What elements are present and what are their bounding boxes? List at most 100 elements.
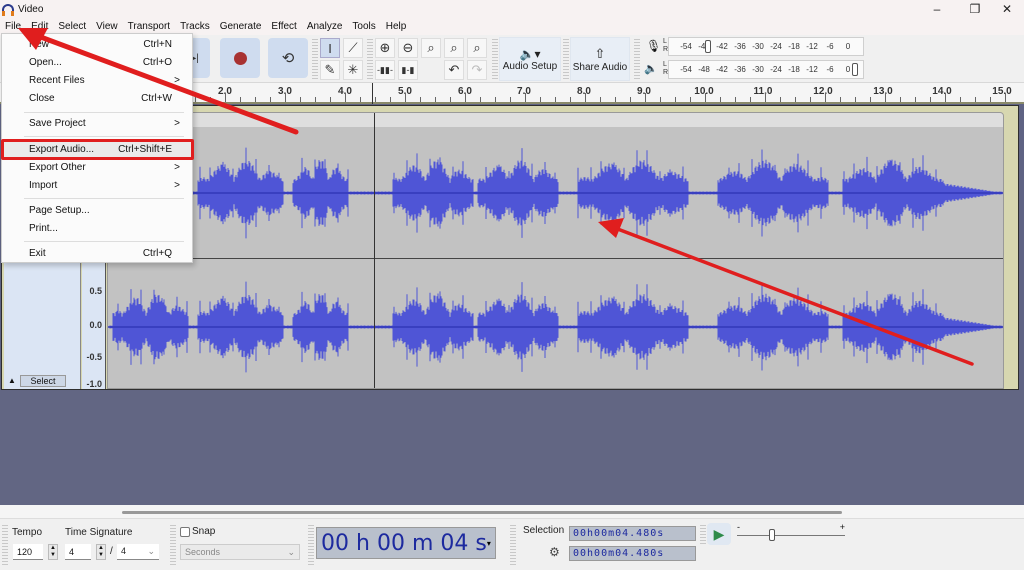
meter-tick: -54: [680, 65, 692, 74]
playback-meter[interactable]: -54 -48 -42 -36 -30 -24 -18 -12 -6 0: [668, 60, 864, 79]
menu-file[interactable]: File: [0, 21, 26, 32]
collapse-track-icon[interactable]: ▲: [6, 375, 18, 387]
toolbar-grip[interactable]: [170, 523, 176, 567]
menu-item-new[interactable]: New Ctrl+N: [2, 36, 192, 54]
ruler-tick: [255, 97, 256, 102]
toolbar-grip[interactable]: [510, 523, 516, 567]
close-button[interactable]: ✕: [990, 0, 1024, 18]
track-select-button[interactable]: Select: [20, 375, 66, 387]
fit-selection-button[interactable]: ⌕: [421, 38, 441, 58]
meter-tick: -24: [770, 42, 782, 51]
minimize-button[interactable]: –: [920, 0, 954, 18]
menu-item-close[interactable]: Close Ctrl+W: [2, 90, 192, 108]
menu-tools[interactable]: Tools: [347, 21, 380, 32]
snap-checkbox[interactable]: [180, 527, 190, 537]
menu-select[interactable]: Select: [53, 21, 91, 32]
meter-tick: -12: [806, 65, 818, 74]
audio-setup-button[interactable]: 🔈▾ Audio Setup: [499, 37, 561, 81]
audio-clip[interactable]: [107, 112, 1004, 389]
scrollbar-thumb[interactable]: [122, 511, 842, 514]
selection-start-time[interactable]: 00h00m04.480s: [569, 526, 696, 541]
tempo-spinner[interactable]: ▲ ▼: [48, 544, 58, 560]
ruler-tick: [300, 97, 301, 102]
toolbar-grip[interactable]: [492, 37, 498, 81]
menu-analyze[interactable]: Analyze: [302, 21, 348, 32]
record-meter[interactable]: -54 -48 -42 -36 -30 -24 -18 -12 -6 0: [668, 37, 864, 56]
draw-tool[interactable]: ✎: [320, 60, 340, 80]
toolbar-grip[interactable]: [563, 37, 569, 81]
tempo-input[interactable]: 120: [13, 544, 43, 560]
menu-view[interactable]: View: [91, 21, 123, 32]
record-button[interactable]: [220, 38, 260, 78]
toolbar-grip[interactable]: [2, 523, 8, 567]
bottom-toolbar: Tempo 120 ▲ ▼ Time Signature 4 ▲ ▼ / 4 ⌄ Sn…: [0, 518, 1024, 570]
zoom-out-button[interactable]: ⊖: [398, 38, 418, 58]
meter-tick: -6: [826, 65, 834, 74]
meter-tick: 0: [845, 42, 851, 51]
tempo-label: Tempo: [12, 527, 43, 538]
share-audio-button[interactable]: ⇧ Share Audio: [570, 37, 630, 81]
selection-tool[interactable]: I: [320, 38, 340, 58]
time-display[interactable]: 00 h 00 m 04 s ▾: [316, 527, 496, 559]
empty-track-space[interactable]: [0, 390, 1024, 505]
fit-project-button[interactable]: ⌕: [444, 38, 464, 58]
ruler-label: 13.0: [873, 86, 893, 97]
speed-slider-thumb[interactable]: [769, 529, 775, 541]
time-sig-spinner[interactable]: ▲ ▼: [96, 544, 106, 560]
toolbar-grip[interactable]: [367, 37, 373, 81]
selection-settings-gear-icon[interactable]: ⚙: [549, 545, 560, 559]
ruler-label: 9.0: [637, 86, 651, 97]
menu-effect[interactable]: Effect: [266, 21, 301, 32]
snap-unit-select[interactable]: Seconds ⌄: [180, 544, 300, 560]
menu-separator: [24, 198, 184, 199]
menu-item-import[interactable]: Import >: [2, 177, 192, 195]
menu-item-page-setup[interactable]: Page Setup...: [2, 202, 192, 220]
ruler-tick: [465, 93, 466, 102]
ruler-label: 8.0: [577, 86, 591, 97]
menu-generate[interactable]: Generate: [215, 21, 267, 32]
maximize-button[interactable]: ❐: [958, 0, 992, 18]
ruler-tick: [885, 93, 886, 102]
menu-item-exit[interactable]: Exit Ctrl+Q: [2, 245, 192, 263]
toolbar-grip[interactable]: [308, 523, 314, 567]
menu-item-save-project[interactable]: Save Project >: [2, 115, 192, 133]
toolbar-grip[interactable]: [634, 37, 640, 81]
microphone-icon[interactable]: 🎙: [646, 39, 661, 53]
trim-button[interactable]: -▮▮-: [375, 60, 395, 80]
silence-button[interactable]: ▮-▮: [398, 60, 418, 80]
menu-transport[interactable]: Transport: [123, 21, 175, 32]
ruler-tick: [645, 93, 646, 102]
toolbar-grip[interactable]: [700, 523, 706, 545]
horizontal-scrollbar[interactable]: [0, 505, 1024, 518]
playback-speed-slider[interactable]: - +: [735, 522, 847, 543]
playback-speaker-icon[interactable]: 🔈: [644, 62, 658, 75]
menu-item-export-other[interactable]: Export Other >: [2, 159, 192, 177]
time-sig-denominator[interactable]: 4 ⌄: [117, 544, 159, 560]
multi-tool[interactable]: ✳: [343, 60, 363, 80]
zoom-in-button[interactable]: ⊕: [375, 38, 395, 58]
loop-button[interactable]: ⟲: [268, 38, 308, 78]
selection-end-time[interactable]: 00h00m04.480s: [569, 546, 696, 561]
time-format-dropdown-icon[interactable]: ▾: [487, 539, 491, 548]
play-at-speed-button[interactable]: ▶: [707, 523, 731, 545]
ruler-label: 12.0: [813, 86, 833, 97]
menu-item-recent-files[interactable]: Recent Files >: [2, 72, 192, 90]
meter-tick: -54: [680, 42, 692, 51]
ruler-tick: [930, 97, 931, 102]
time-sig-numerator[interactable]: 4: [65, 544, 91, 560]
envelope-tool[interactable]: ⟋: [343, 38, 363, 58]
menu-help[interactable]: Help: [381, 21, 412, 32]
playback-level-slider[interactable]: [852, 63, 858, 76]
menu-item-print[interactable]: Print...: [2, 220, 192, 238]
menu-tracks[interactable]: Tracks: [175, 21, 215, 32]
menu-item-open[interactable]: Open... Ctrl+O: [2, 54, 192, 72]
asterisk-icon: ✳: [347, 62, 359, 77]
undo-button[interactable]: ↶: [444, 60, 464, 80]
zoom-toggle-button[interactable]: ⌕: [467, 38, 487, 58]
menu-edit[interactable]: Edit: [26, 21, 53, 32]
minutes-value: 00: [376, 530, 405, 556]
record-level-slider[interactable]: [705, 40, 711, 53]
ruler-tick: [915, 97, 916, 102]
toolbar-grip[interactable]: [312, 37, 318, 81]
redo-button[interactable]: ↷: [467, 60, 487, 80]
